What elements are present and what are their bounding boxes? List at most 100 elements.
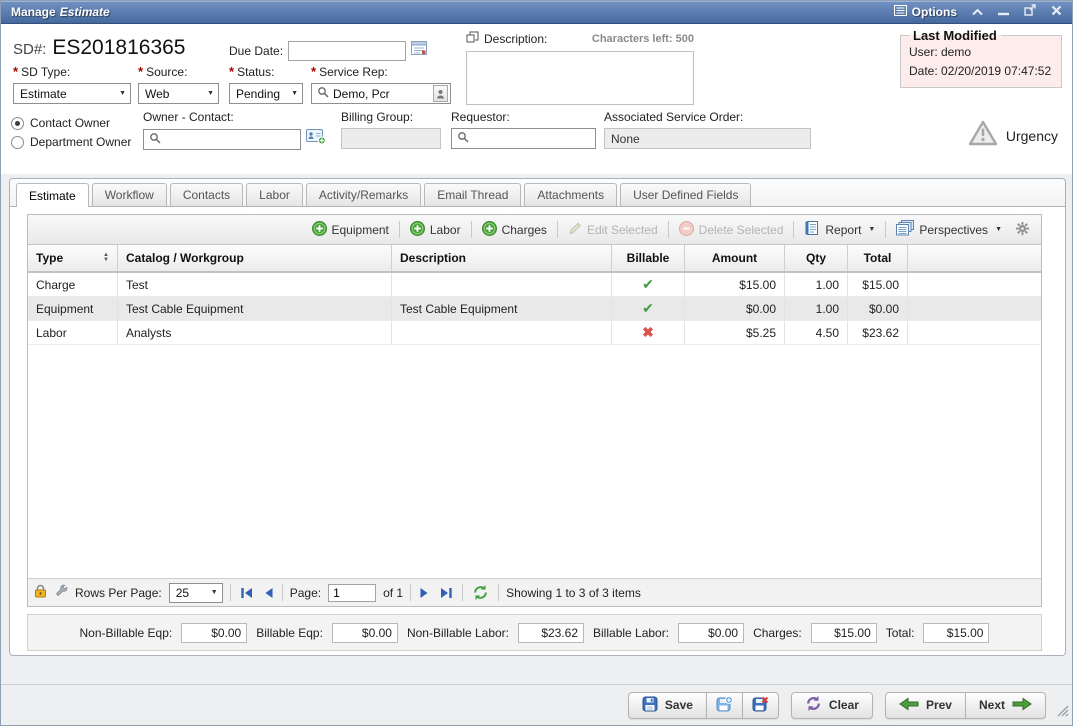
column-header-total[interactable]: Total: [848, 245, 908, 271]
column-header-description[interactable]: Description: [392, 245, 612, 271]
tab-attachments[interactable]: Attachments: [524, 183, 617, 206]
sd-type-label: SD Type:: [21, 65, 70, 79]
owner-contact-field[interactable]: [143, 129, 301, 150]
cell-qty: 1.00: [785, 273, 848, 296]
prev-page-button[interactable]: [262, 587, 275, 599]
cell-type: Equipment: [28, 297, 118, 320]
service-rep-person-button[interactable]: [433, 85, 448, 102]
source-label: Source:: [146, 65, 187, 79]
table-row[interactable]: Charge Test ✔ $15.00 1.00 $15.00: [28, 273, 1041, 297]
billable-status-icon: ✔: [612, 273, 685, 296]
prev-button[interactable]: Prev: [885, 692, 966, 719]
add-labor-button[interactable]: Labor: [407, 221, 464, 239]
page-number-input[interactable]: [328, 584, 376, 602]
tab-labor[interactable]: Labor: [246, 183, 303, 206]
grid-settings-button[interactable]: [1012, 221, 1033, 239]
billing-group-field: [341, 128, 441, 149]
billable-labor-value: $0.00: [678, 623, 744, 643]
tab-estimate[interactable]: Estimate: [16, 183, 89, 207]
delete-selected-button[interactable]: Delete Selected: [676, 221, 787, 239]
close-button[interactable]: [1051, 3, 1062, 21]
cell-amount: $0.00: [685, 297, 785, 320]
table-row[interactable]: Equipment Test Cable Equipment Test Cabl…: [28, 297, 1041, 321]
column-header-catalog-workgroup[interactable]: Catalog / Workgroup: [118, 245, 392, 271]
charges-label: Charges:: [753, 626, 802, 640]
column-header-type[interactable]: Type ▲▼: [28, 245, 118, 271]
arrow-right-icon: [1012, 697, 1032, 714]
next-button[interactable]: Next: [965, 692, 1046, 719]
due-date-label: Due Date:: [229, 44, 283, 58]
status-group: *Status: Pending ▼: [229, 64, 303, 104]
status-select[interactable]: Pending ▼: [229, 83, 303, 104]
chevron-down-icon: ▼: [291, 90, 298, 97]
lock-icon[interactable]: [34, 584, 47, 601]
requestor-field[interactable]: [451, 128, 596, 149]
save-button[interactable]: Save: [628, 692, 707, 719]
expand-icon[interactable]: [466, 30, 479, 48]
sd-type-select[interactable]: Estimate ▼: [13, 83, 131, 104]
last-page-button[interactable]: [438, 587, 455, 599]
department-owner-radio[interactable]: Department Owner: [11, 135, 131, 149]
associated-service-order-group: Associated Service Order: None: [604, 110, 811, 149]
due-date-group: Due Date:: [229, 40, 428, 61]
required-marker: *: [229, 64, 234, 79]
save-and-close-button[interactable]: [742, 692, 779, 719]
toolbar-separator: [793, 221, 794, 238]
tab-contacts[interactable]: Contacts: [170, 183, 243, 206]
sd-type-group: *SD Type: Estimate ▼: [13, 64, 131, 104]
wrench-icon[interactable]: [54, 584, 68, 601]
clear-button[interactable]: Clear: [791, 692, 873, 719]
arrow-left-icon: [899, 697, 919, 714]
grid-pager: Rows Per Page: 25 ▼ Page: of 1 Showing: [28, 578, 1041, 606]
save-and-new-button[interactable]: [706, 692, 743, 719]
gear-icon: [1015, 221, 1030, 239]
owner-contact-group: Owner - Contact:: [143, 110, 326, 150]
add-equipment-button[interactable]: Equipment: [309, 221, 392, 239]
chevron-down-icon: ▼: [207, 90, 214, 97]
column-header-billable[interactable]: Billable: [612, 245, 685, 271]
cell-qty: 1.00: [785, 297, 848, 320]
minimize-icon: [998, 3, 1009, 21]
add-charges-button[interactable]: Charges: [479, 221, 550, 239]
billing-group-label: Billing Group:: [341, 110, 413, 124]
popout-button[interactable]: [1024, 3, 1036, 21]
options-button[interactable]: Options: [894, 5, 957, 19]
sd-number-group: SD#: ES201816365: [13, 36, 186, 60]
next-page-button[interactable]: [418, 587, 431, 599]
add-contact-icon[interactable]: [306, 128, 326, 150]
pager-separator: [462, 584, 463, 601]
rows-per-page-select[interactable]: 25 ▼: [169, 583, 223, 603]
tab-activity-remarks[interactable]: Activity/Remarks: [306, 183, 421, 206]
sd-number-label: SD#:: [13, 41, 46, 58]
resize-grip[interactable]: [1055, 703, 1069, 722]
contact-owner-radio[interactable]: Contact Owner: [11, 116, 131, 130]
description-textarea[interactable]: [466, 51, 694, 105]
due-date-input[interactable]: [288, 41, 406, 61]
minimize-button[interactable]: [998, 3, 1009, 21]
tab-workflow[interactable]: Workflow: [92, 183, 167, 206]
status-label: Status:: [237, 65, 274, 79]
grid-empty-area: [28, 345, 1041, 578]
window-title-text: Manage: [11, 5, 56, 19]
calendar-icon[interactable]: [411, 40, 428, 61]
column-header-amount[interactable]: Amount: [685, 245, 785, 271]
perspectives-menu-button[interactable]: Perspectives ▼: [893, 220, 1005, 239]
table-row[interactable]: Labor Analysts ✖ $5.25 4.50 $23.62: [28, 321, 1041, 345]
tab-email-thread[interactable]: Email Thread: [424, 183, 521, 206]
required-marker: *: [13, 64, 18, 79]
toolbar-separator: [471, 221, 472, 238]
urgency-indicator[interactable]: Urgency: [968, 120, 1058, 151]
service-rep-field[interactable]: Demo, Pcr: [311, 83, 451, 104]
tab-user-defined-fields[interactable]: User Defined Fields: [620, 183, 751, 206]
column-header-qty[interactable]: Qty: [785, 245, 848, 271]
refresh-icon[interactable]: [470, 585, 491, 600]
cell-total: $0.00: [848, 297, 908, 320]
cell-spacer: [908, 321, 1041, 344]
report-menu-button[interactable]: Report ▼: [801, 220, 878, 239]
collapse-button[interactable]: [972, 3, 983, 21]
non-billable-labor-label: Non-Billable Labor:: [407, 626, 509, 640]
cell-catalog: Analysts: [118, 321, 392, 344]
edit-selected-button[interactable]: Edit Selected: [565, 221, 661, 238]
source-select[interactable]: Web ▼: [138, 83, 219, 104]
first-page-button[interactable]: [238, 587, 255, 599]
